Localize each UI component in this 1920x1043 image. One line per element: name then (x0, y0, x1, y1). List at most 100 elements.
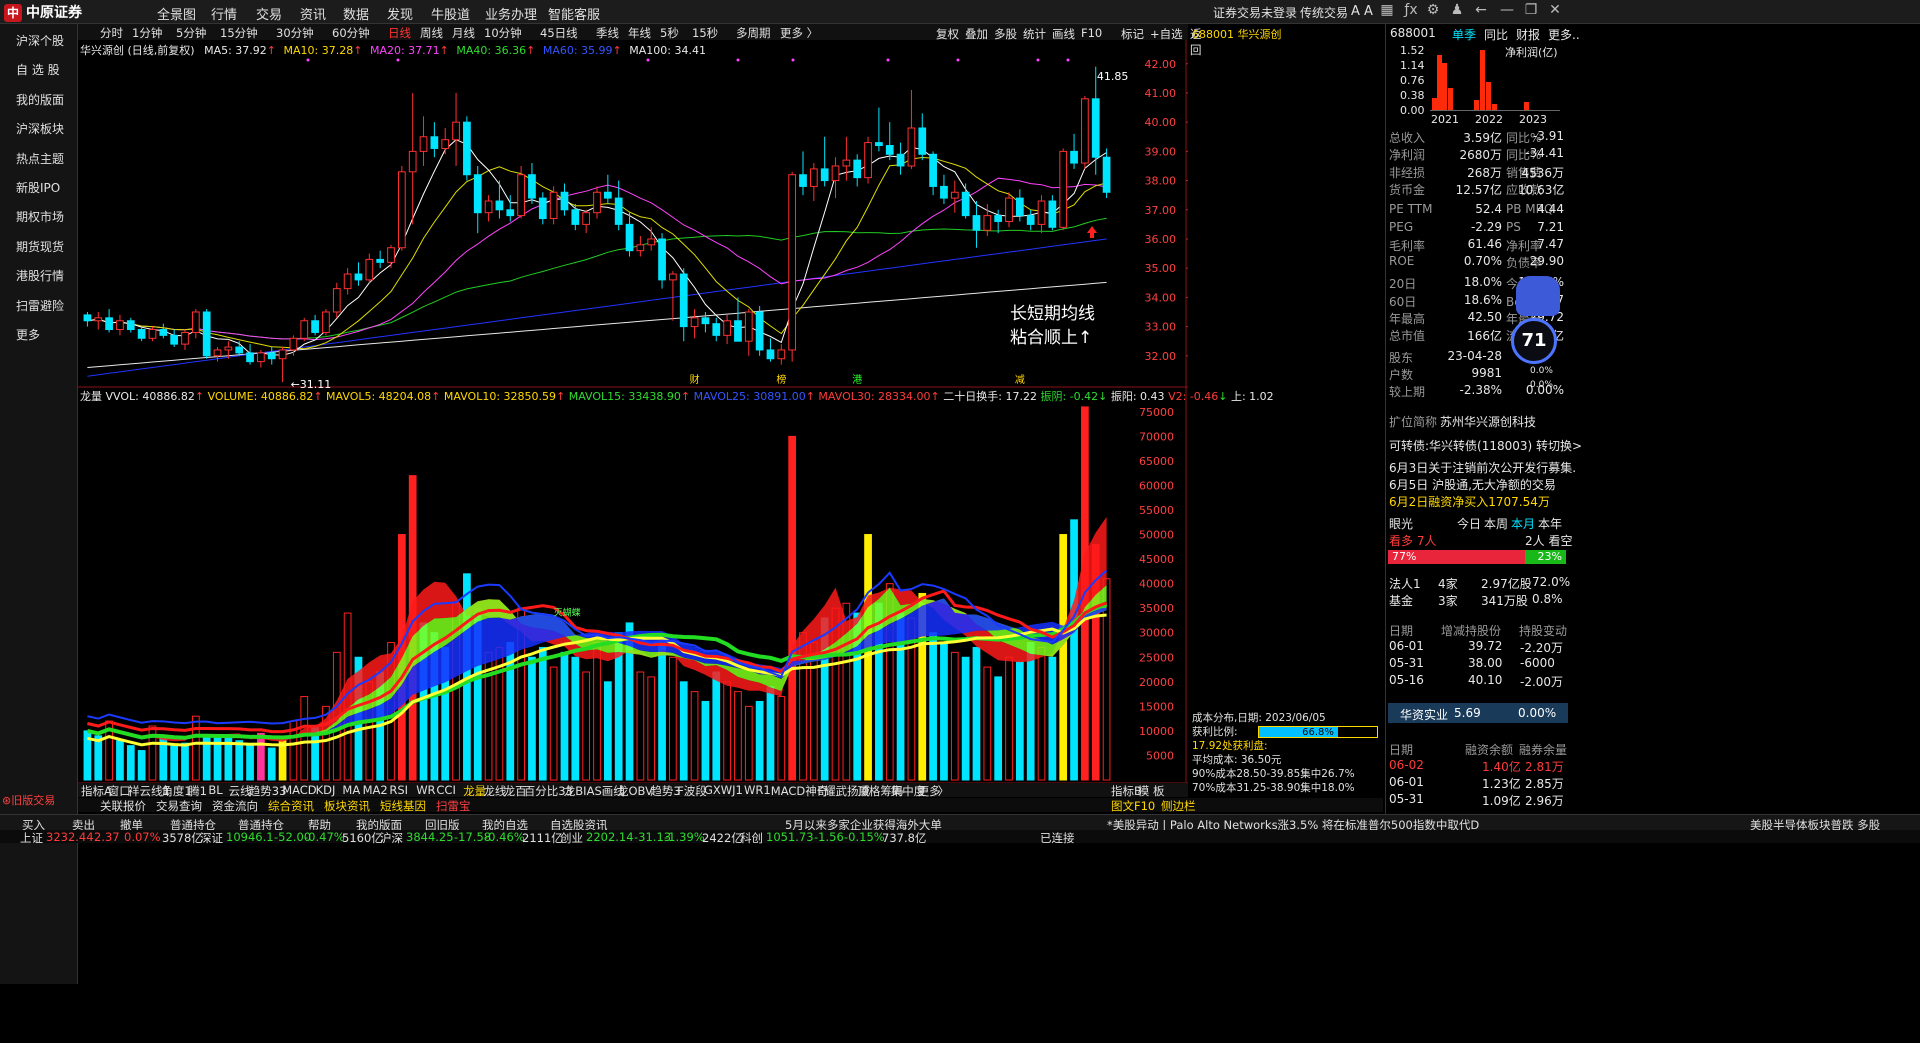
close-icon[interactable]: ✕ (1544, 2, 1566, 22)
sidebar-item-1[interactable]: 自 选 股 (16, 61, 60, 78)
trade-login-status[interactable]: 证券交易未登录 (1213, 4, 1297, 21)
info-tab-6[interactable]: 扫雷宝 (436, 798, 471, 814)
sidebar-item-0[interactable]: 沪深个股 (16, 32, 64, 49)
info-tab-5[interactable]: 短线基因 (380, 798, 426, 814)
period-tab-9[interactable]: 10分钟 (484, 25, 522, 41)
score-badge[interactable]: 71 (1511, 318, 1557, 364)
period-tab-12[interactable]: 年线 (628, 25, 651, 41)
vision-tab-3[interactable]: 本年 (1538, 515, 1562, 532)
index-name[interactable]: 深证 (200, 830, 223, 846)
sidebar-item-3[interactable]: 沪深板块 (16, 120, 64, 137)
sidebar-item-2[interactable]: 我的版面 (16, 91, 64, 108)
menu-item-0[interactable]: 全景图 (157, 4, 196, 23)
sidebar-item-7[interactable]: 期货现货 (16, 238, 64, 255)
font-size-button[interactable]: A A (1351, 4, 1373, 19)
period-tab-15[interactable]: 多周期 (736, 25, 771, 41)
info-tab-4[interactable]: 板块资讯 (324, 798, 370, 814)
gear-icon[interactable]: ⚙ (1422, 2, 1444, 22)
index-name[interactable]: 科创 (740, 830, 763, 846)
sidebar-item-5[interactable]: 新股IPO (16, 179, 60, 196)
info-tab-3[interactable]: 综合资讯 (268, 798, 314, 814)
period-tab-7[interactable]: 周线 (420, 25, 443, 41)
info-tab-0[interactable]: 关联报价 (100, 798, 146, 814)
period-tab-8[interactable]: 月线 (452, 25, 475, 41)
indicator-tab-20[interactable]: 龙OBV (617, 783, 653, 799)
period-tab-14[interactable]: 15秒 (692, 25, 718, 41)
period-tab-2[interactable]: 5分钟 (176, 25, 206, 41)
back-arrow-icon[interactable]: ← (1470, 2, 1492, 22)
vision-tab-1[interactable]: 本周 (1484, 515, 1508, 532)
menu-item-2[interactable]: 交易 (256, 4, 282, 23)
indicator-tab-4[interactable]: 腾1 (188, 783, 207, 799)
indicator-tab-8[interactable]: MACD (282, 783, 316, 797)
finance-tab-1[interactable]: 同比 (1484, 26, 1508, 43)
period-tab-1[interactable]: 1分钟 (132, 25, 162, 41)
indicator-tab-23[interactable]: GXWJ1 (704, 783, 743, 797)
grid-icon[interactable]: ▦ (1376, 2, 1398, 22)
indicator-tab-30[interactable]: 〉 (938, 783, 950, 799)
vision-tab-0[interactable]: 今日 (1457, 515, 1481, 532)
sidebar-item-9[interactable]: 扫雷避险 (16, 297, 64, 314)
period-tab-5[interactable]: 60分钟 (332, 25, 370, 41)
indicator-tab-19[interactable]: 龙BIAS画线 (564, 783, 625, 799)
index-name[interactable]: 沪深 (380, 830, 403, 846)
period-tab-16[interactable]: 更多 〉 (780, 25, 818, 41)
toolbar-button-5[interactable]: F10 (1081, 26, 1102, 40)
menu-item-1[interactable]: 行情 (211, 4, 237, 23)
restore-icon[interactable]: ❐ (1520, 2, 1542, 22)
info-tab-1[interactable]: 交易查询 (156, 798, 202, 814)
indicator-tab-21[interactable]: 趋势3 (650, 783, 680, 799)
menu-item-3[interactable]: 资讯 (300, 4, 326, 23)
margin-banner[interactable]: 华资实业 5.69 0.00% (1388, 703, 1568, 723)
menu-item-8[interactable]: 智能客服 (548, 4, 600, 23)
finance-tab-3[interactable]: 更多.. (1548, 26, 1580, 43)
indicator-tab-7[interactable]: 趋势33 (249, 783, 287, 799)
info-right-tab-0[interactable]: 图文F10 (1111, 798, 1155, 814)
indicator-tab-5[interactable]: BL (208, 783, 222, 797)
indicator-tab-14[interactable]: CCI (436, 783, 455, 797)
period-tab-13[interactable]: 5秒 (660, 25, 679, 41)
period-tab-4[interactable]: 30分钟 (276, 25, 314, 41)
formula-icon[interactable]: ƒx (1400, 2, 1422, 22)
period-tab-3[interactable]: 15分钟 (220, 25, 258, 41)
indicator-tab-32[interactable]: 模 板 (1138, 783, 1165, 799)
shirt-icon[interactable]: ♟ (1446, 2, 1468, 22)
old-trade-link[interactable]: ⊛旧版交易 (2, 792, 76, 808)
sidebar-item-10[interactable]: 更多 (16, 326, 40, 343)
period-tab-11[interactable]: 季线 (596, 25, 619, 41)
robot-mascot-icon[interactable] (1516, 276, 1560, 316)
indicator-tab-12[interactable]: RSI (389, 783, 408, 797)
finance-tab-2[interactable]: 财报 (1516, 26, 1540, 43)
period-tab-10[interactable]: 45日线 (540, 25, 578, 41)
margin-cell: 2.85万 (1525, 777, 1564, 791)
vision-tab-2[interactable]: 本月 (1511, 515, 1535, 532)
period-tab-0[interactable]: 分时 (100, 25, 123, 41)
menu-item-4[interactable]: 数据 (343, 4, 369, 23)
minimize-icon[interactable]: — (1496, 2, 1518, 22)
news-item[interactable]: 6月3日关于注销前次公开发行募集. (1389, 459, 1576, 476)
indicator-tab-22[interactable]: F波段 (677, 783, 707, 799)
index-name[interactable]: 创业 (560, 830, 583, 846)
kline-chart[interactable]: 42.00 41.00 40.00 39.00 38.00 37.00 36.00 35.00… (78, 40, 1188, 797)
sidebar-item-6[interactable]: 期权市场 (16, 208, 64, 225)
indicator-tab-9[interactable]: KDJ (316, 783, 336, 797)
indicator-tab-24[interactable]: WR1 (744, 783, 771, 797)
news-item[interactable]: 6月5日 沪股通,无大净额的交易 (1389, 476, 1556, 493)
bond-link[interactable]: 可转债:华兴转债(118003) 转切换> (1389, 437, 1582, 454)
indicator-tab-3[interactable]: 角度1 (161, 783, 191, 799)
info-right-tab-1[interactable]: 侧边栏 (1161, 798, 1196, 814)
menu-item-7[interactable]: 业务办理 (485, 4, 537, 23)
menu-item-6[interactable]: 牛股道 (431, 4, 470, 23)
indicator-tab-11[interactable]: MA2 (363, 783, 388, 797)
info-tab-2[interactable]: 资金流向 (212, 798, 258, 814)
indicator-tab-13[interactable]: WR (416, 783, 435, 797)
period-tab-6[interactable]: 日线 (388, 25, 411, 41)
sidebar-item-8[interactable]: 港股行情 (16, 267, 64, 284)
sidebar-item-4[interactable]: 热点主题 (16, 150, 64, 167)
index-name[interactable]: 上证 (20, 830, 43, 846)
menu-item-5[interactable]: 发现 (387, 4, 413, 23)
finance-tab-0[interactable]: 单季 (1452, 26, 1476, 43)
trade-mode-button[interactable]: 传统交易 (1300, 4, 1348, 21)
news-item[interactable]: 6月2日融资净买入1707.54万 (1389, 493, 1550, 510)
indicator-tab-10[interactable]: MA (342, 783, 360, 797)
